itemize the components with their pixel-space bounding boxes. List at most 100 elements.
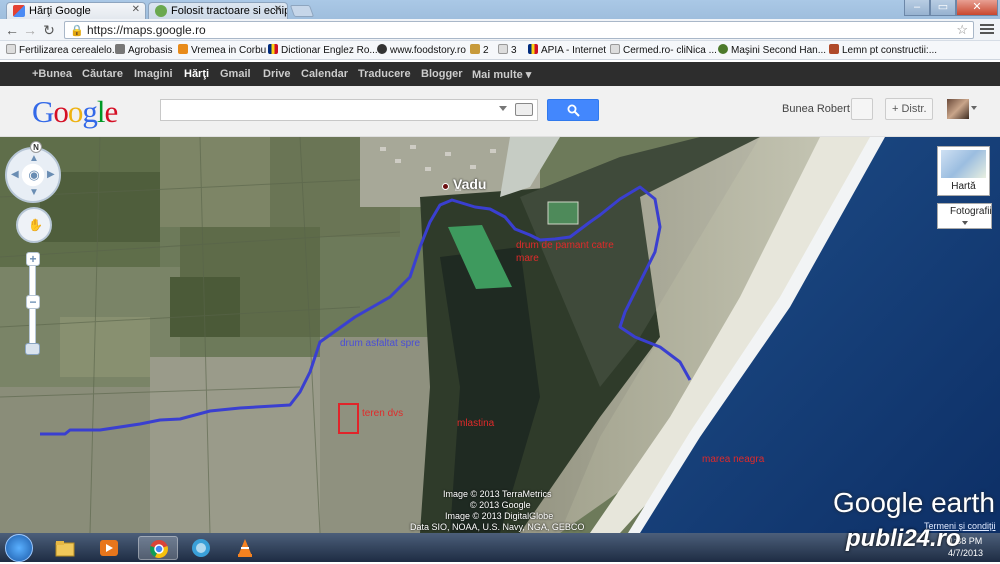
place-marker[interactable] xyxy=(442,183,449,190)
minimize-button[interactable]: – xyxy=(904,0,930,16)
bookmark-item[interactable]: Fertilizarea cerealelo... xyxy=(6,44,120,56)
search-input[interactable] xyxy=(160,99,538,121)
pan-down-icon[interactable]: ▼ xyxy=(29,187,39,198)
forward-icon[interactable]: → xyxy=(22,22,38,38)
tab-google-maps[interactable]: Hărţi Google ✕ xyxy=(6,2,146,19)
bookmark-item[interactable]: Vremea in Corbu xyxy=(178,44,266,56)
pan-left-icon[interactable]: ◀ xyxy=(11,169,19,180)
close-tab-icon[interactable]: ✕ xyxy=(132,4,140,15)
compass-north-label: N xyxy=(30,141,42,153)
maps-header: Google Bunea Robert + Distr. xyxy=(0,86,1000,137)
gbar-item-gmail[interactable]: Gmail xyxy=(220,68,251,80)
annotation-marsh: mlastina xyxy=(457,418,495,429)
google-earth-logo: Google earth xyxy=(833,487,995,518)
keyboard-icon[interactable] xyxy=(515,103,533,116)
vlc-icon[interactable] xyxy=(232,536,258,560)
annotation-road-asphalt: drum asfaltat spre xyxy=(340,338,421,349)
gbar-item-calendar[interactable]: Calendar xyxy=(301,68,348,80)
annotation-dirt-road-line2: mare xyxy=(516,253,539,264)
reload-icon[interactable]: ↻ xyxy=(41,22,57,38)
address-bar[interactable]: 🔒 https://maps.google.ro ☆ xyxy=(64,21,974,39)
close-window-button[interactable]: ✕ xyxy=(956,0,998,16)
place-label[interactable]: Vadu xyxy=(453,176,486,192)
gbar-item-images[interactable]: Imagini xyxy=(134,68,173,80)
map-type-photo-button[interactable]: Fotografii xyxy=(937,203,992,229)
new-tab-button[interactable] xyxy=(289,5,315,17)
chrome-icon[interactable] xyxy=(138,536,178,560)
gbar-item-more[interactable]: Mai multe ▾ xyxy=(472,68,531,81)
user-name[interactable]: Bunea Robert xyxy=(782,103,850,115)
gbar-item-search[interactable]: Căutare xyxy=(82,68,123,80)
chevron-down-icon xyxy=(962,221,968,225)
zoom-out-icon[interactable]: − xyxy=(26,295,40,309)
gbar-item-translate[interactable]: Traducere xyxy=(358,68,411,80)
navigation-bar: ← → ↻ 🔒 https://maps.google.ro ☆ xyxy=(0,19,1000,41)
close-tab-icon[interactable]: ✕ xyxy=(274,4,282,15)
search-button[interactable] xyxy=(547,99,599,121)
bookmark-item[interactable]: Agrobasis xyxy=(115,44,172,56)
windows-start-icon[interactable] xyxy=(5,534,33,562)
window-controls: – ▭ ✕ xyxy=(904,0,998,16)
pan-up-icon[interactable]: ▲ xyxy=(29,153,39,164)
annotation-dirt-road: drum de pamant catre mare xyxy=(516,239,614,265)
notifications-button[interactable] xyxy=(851,98,873,120)
bookmark-item[interactable]: Lemn pt constructii:... xyxy=(829,44,937,56)
annotation-black-sea: marea neagra xyxy=(702,454,765,465)
chevron-down-icon[interactable] xyxy=(971,106,977,110)
wrench-icon[interactable] xyxy=(980,22,994,36)
google-bar: +Bunea Căutare Imagini Hărţi Gmail Drive… xyxy=(0,62,1000,86)
annotation-dirt-road-line1: drum de pamant catre xyxy=(516,240,614,251)
look-control[interactable]: ✋ xyxy=(16,207,52,243)
maximize-button[interactable]: ▭ xyxy=(930,0,956,16)
back-icon[interactable]: ← xyxy=(4,22,20,38)
pan-control[interactable]: N ▲ ▼ ◀ ▶ ◉ xyxy=(5,141,61,203)
chevron-down-icon[interactable] xyxy=(499,106,507,111)
attribution-line: Image © 2013 TerraMetrics xyxy=(443,489,552,499)
zoom-slider-handle[interactable] xyxy=(25,343,40,355)
tab-title: Folosit tractoare si echipa xyxy=(171,5,288,17)
lock-icon: 🔒 xyxy=(70,25,84,37)
bookmark-item[interactable]: 2 xyxy=(470,44,489,56)
map-attribution: Image © 2013 TerraMetrics © 2013 Google … xyxy=(410,489,584,533)
watermark: publi24.ro xyxy=(846,525,961,552)
annotation-land-plot: teren dvs xyxy=(362,408,404,419)
attribution-line: © 2013 Google xyxy=(470,500,531,510)
google-maps-favicon-icon xyxy=(13,5,25,17)
share-button[interactable]: + Distr. xyxy=(885,98,933,120)
bookmark-item[interactable]: www.foodstory.ro xyxy=(377,44,466,56)
media-player-icon[interactable] xyxy=(96,536,122,560)
tab-title: Hărţi Google xyxy=(29,5,91,17)
eye-icon[interactable]: ◉ xyxy=(26,168,42,182)
avatar[interactable] xyxy=(947,99,969,119)
bookmark-item[interactable]: Maşini Second Han... xyxy=(718,44,826,56)
attribution-line: Data SIO, NOAA, U.S. Navy, NGA, GEBCO xyxy=(410,522,585,532)
bookmarks-bar: Fertilizarea cerealelo... Agrobasis Vrem… xyxy=(0,41,1000,60)
google-logo[interactable]: Google xyxy=(32,94,118,130)
folder-icon[interactable] xyxy=(52,536,78,560)
map-type-map-button[interactable]: Hartă xyxy=(937,146,990,196)
search-icon xyxy=(567,104,580,117)
gbar-item-plus[interactable]: +Bunea xyxy=(32,68,72,80)
satellite-map[interactable]: Vadu drum de pamant catre mare drum asfa… xyxy=(0,137,1000,533)
url-text: https://maps.google.ro xyxy=(87,23,206,37)
attribution-line: Image © 2013 DigitalGlobe xyxy=(445,511,554,521)
pan-right-icon[interactable]: ▶ xyxy=(47,169,55,180)
satellite-imagery xyxy=(0,137,1000,533)
bookmark-item[interactable]: APIA - Internet xyxy=(528,44,606,56)
gbar-item-maps[interactable]: Hărţi xyxy=(184,68,209,80)
site-favicon-icon xyxy=(155,5,167,17)
bookmark-item[interactable]: Dictionar Englez Ro... xyxy=(268,44,378,56)
zoom-in-icon[interactable]: + xyxy=(26,252,40,266)
bookmark-item[interactable]: Cermed.ro- cliNica ... xyxy=(610,44,717,56)
map-type-photo-label: Fotografii xyxy=(950,206,992,217)
gbar-item-blogger[interactable]: Blogger xyxy=(421,68,463,80)
bookmark-item[interactable]: 3 xyxy=(498,44,517,56)
map-thumbnail xyxy=(941,150,986,178)
app-icon[interactable] xyxy=(188,536,214,560)
tab-bar: Hărţi Google ✕ Folosit tractoare si echi… xyxy=(0,0,1000,19)
map-type-map-label: Hartă xyxy=(951,181,976,192)
tab-tractoare[interactable]: Folosit tractoare si echipa ✕ xyxy=(148,2,288,19)
star-icon[interactable]: ☆ xyxy=(956,22,968,38)
gbar-item-drive[interactable]: Drive xyxy=(263,68,291,80)
hand-icon[interactable]: ✋ xyxy=(28,218,43,232)
